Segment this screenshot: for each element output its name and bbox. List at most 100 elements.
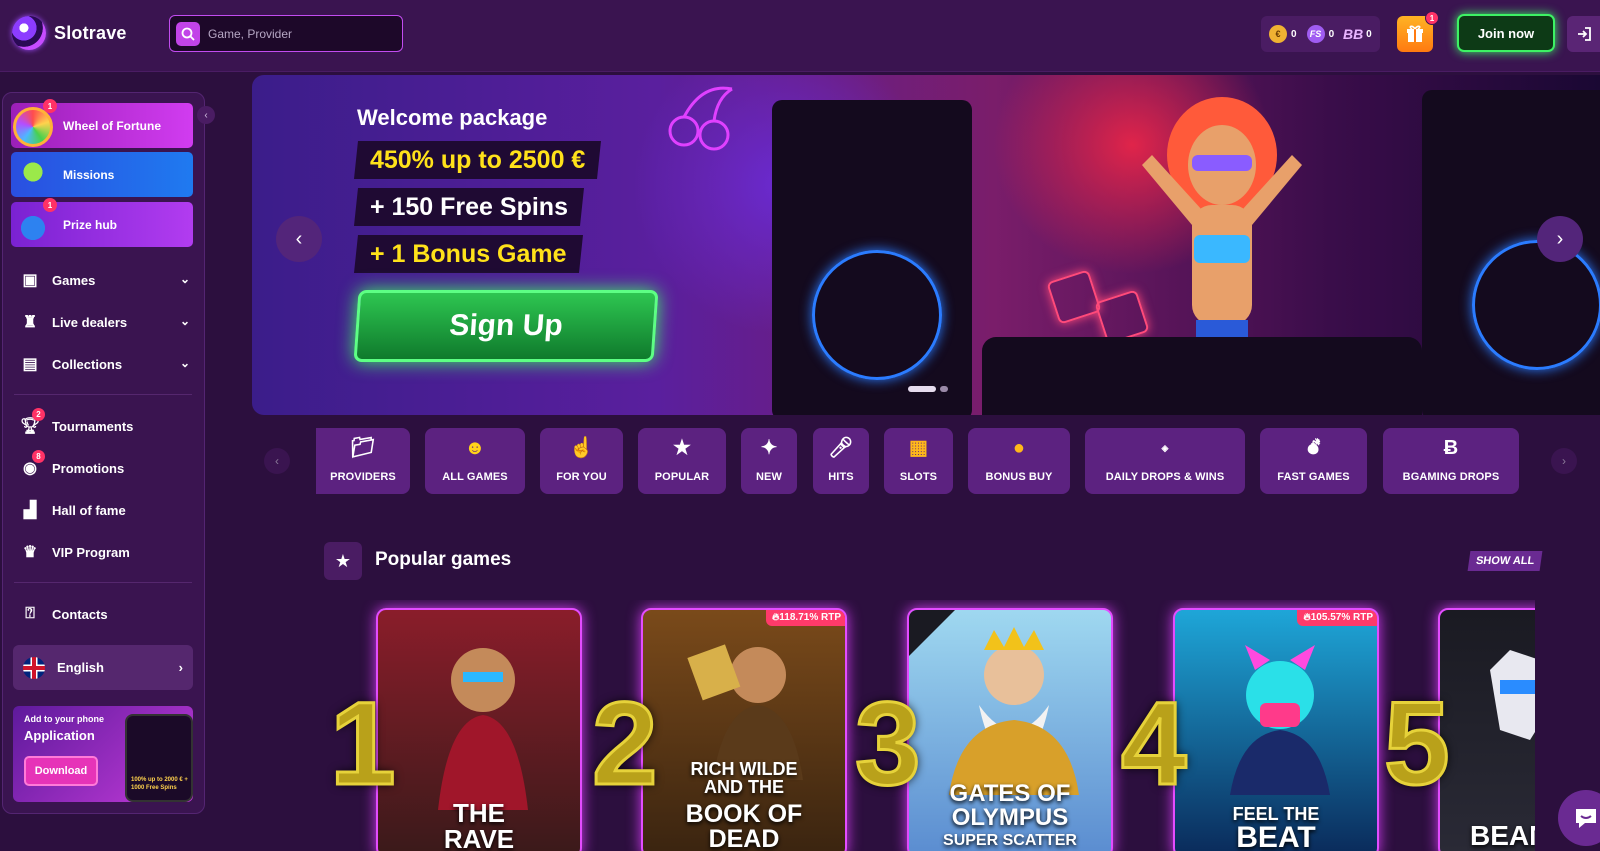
logo-icon [12,16,46,50]
sidebar-item-vip-program[interactable]: ♛ VIP Program [20,540,190,564]
cocktail-icon [13,156,53,196]
sidebar-item-live-dealers[interactable]: ♜ Live dealers ⌄ [20,310,190,334]
search-input[interactable] [208,26,388,41]
slide-dot[interactable] [940,386,948,392]
star-icon: ★ [324,542,362,580]
b-logo-icon: Ƀ [1443,437,1459,459]
logo[interactable]: Slotrave [12,16,127,50]
category-new[interactable]: ✦ NEW [741,428,797,494]
sidebar-item-label: Live dealers [52,314,128,330]
prize-hub-label: Prize hub [63,217,118,232]
game-art [1230,645,1330,795]
category-hits[interactable]: 🎤︎ HITS [813,428,869,494]
hero-prev-button[interactable]: ‹ [276,216,322,262]
missions-button[interactable]: Missions [11,152,193,197]
categories-next-button[interactable]: › [1551,448,1577,474]
prize-hub-button[interactable]: 1 Prize hub [11,198,193,247]
game-card-the-rave[interactable]: THE RAVE [376,608,582,851]
chat-icon [1576,809,1596,828]
category-providers[interactable]: 📁︎ PROVIDERS [316,428,410,494]
categories-prev-button[interactable]: ‹ [264,448,290,474]
chevron-down-icon: ⌄ [179,272,190,286]
star-icon: ★ [672,437,692,459]
hero-banner[interactable]: Welcome package 450% up to 2500 € + 150 … [252,75,1600,415]
wheel-of-fortune-label: Wheel of Fortune [63,118,161,133]
game-art [1490,650,1535,740]
slot-machine-icon: ▦ [909,437,928,459]
section-title: Popular games [375,549,512,570]
category-fast-games[interactable]: 💣︎ FAST GAMES [1260,428,1367,494]
sidebar-item-label: Tournaments [52,418,134,434]
free-spins-balance: FS 0 [1306,25,1334,43]
game-card-gates-of-olympus[interactable]: GATES OF OLYMPUS SUPER SCATTER [907,608,1113,851]
rtp-badge: 🔥︎ 118.71% RTP [765,610,845,626]
game-title: RICH WILDE AND THE [690,759,798,797]
category-popular[interactable]: ★ POPULAR [638,428,726,494]
dj-deck [982,337,1422,415]
dice-icon [1046,269,1102,325]
speaker-cone [1472,240,1600,370]
hero-title: Welcome package [357,105,548,130]
promotions-badge: 8 [32,450,45,463]
coin-icon: € [1269,25,1287,43]
rank-number: 4 [1120,678,1189,810]
search-box[interactable] [169,15,403,52]
game-art [687,644,803,780]
sidebar-item-promotions[interactable]: ◉ 8 Promotions [20,450,190,480]
game-card-beam[interactable]: BEAM [1438,608,1535,851]
chevron-right-icon: › [1556,227,1564,250]
sidebar-item-games[interactable]: ▣ Games ⌄ [20,268,190,292]
category-all-games[interactable]: ☻ ALL GAMES [425,428,525,494]
top-header: Slotrave €0 FS0 BB0 1 Join now [0,0,1600,72]
join-now-button[interactable]: Join now [1457,14,1555,52]
chevron-left-icon: ‹ [275,454,279,468]
category-daily-drops-wins[interactable]: ◈ DAILY DROPS & WINS [1085,428,1245,494]
prize-hub-badge: 1 [43,198,57,212]
sidebar-divider [14,394,192,395]
live-chat-button[interactable] [1558,790,1600,846]
sidebar-item-hall-of-fame[interactable]: ▟ Hall of fame [20,498,190,522]
sidebar-item-collections[interactable]: ▤ Collections ⌄ [20,352,190,376]
sidebar-item-tournaments[interactable]: 🏆︎ 2 Tournaments [20,408,190,438]
drops-wins-icon: ◈ [1161,443,1169,453]
chevron-down-icon: ⌄ [179,356,190,370]
category-for-you[interactable]: ☝ FOR YOU [540,428,623,494]
login-button[interactable] [1567,16,1600,52]
balance-bar[interactable]: €0 FS 0 BB 0 [1261,16,1380,52]
wheel-badge: 1 [43,99,57,113]
cards-icon: ▤ [22,356,38,373]
coin-icon: ● [1012,437,1026,459]
sparkle-icon: ✦ [760,437,778,459]
game-card-feel-the-beat[interactable]: FEEL THE BEAT 🔥︎ 105.57% RTP [1173,608,1379,851]
rank-number: 5 [1383,678,1452,810]
sidebar-item-label: Promotions [52,460,125,476]
login-icon [1577,27,1591,41]
fire-icon: 🔥︎ [1303,611,1311,623]
show-all-button[interactable]: SHOW ALL [1467,551,1543,571]
tournaments-badge: 2 [32,408,45,421]
wheel-icon [13,107,53,147]
game-art [438,648,528,810]
category-slots[interactable]: ▦ SLOTS [884,428,953,494]
sign-up-button[interactable]: Sign Up [353,290,659,362]
slot-machine-icon: ▣ [22,272,38,289]
game-card-book-of-dead[interactable]: RICH WILDE AND THE BOOK OF DEAD 🔥︎ 118.71… [641,608,847,851]
category-bonus-buy[interactable]: ● BONUS BUY [968,428,1070,494]
trophy-icon: 🏆︎ 2 [20,408,45,436]
bonus-balance: BB 0 [1343,26,1372,42]
slide-dot-active[interactable] [908,386,936,392]
dealer-icon: ♜ [22,314,38,331]
bonus-balance-icon: BB [1343,26,1364,42]
collapse-sidebar-button[interactable]: ‹ [197,106,215,124]
bomb-icon: 💣︎ [1306,437,1321,459]
hero-next-button[interactable]: › [1537,216,1583,262]
chevron-left-icon: ‹ [295,227,303,250]
game-art [949,627,1079,795]
cherries-icon [668,86,733,151]
wheel-of-fortune-button[interactable]: 1 Wheel of Fortune [11,99,193,148]
sidebar-item-label: Games [52,272,96,288]
hero-offer-line-1: 450% up to 2500 € [354,141,602,179]
folder-icon: 📁︎ [350,437,376,459]
category-bgaming-drops[interactable]: Ƀ BGAMING DROPS [1383,428,1519,494]
game-title: BEAM [1470,820,1535,851]
